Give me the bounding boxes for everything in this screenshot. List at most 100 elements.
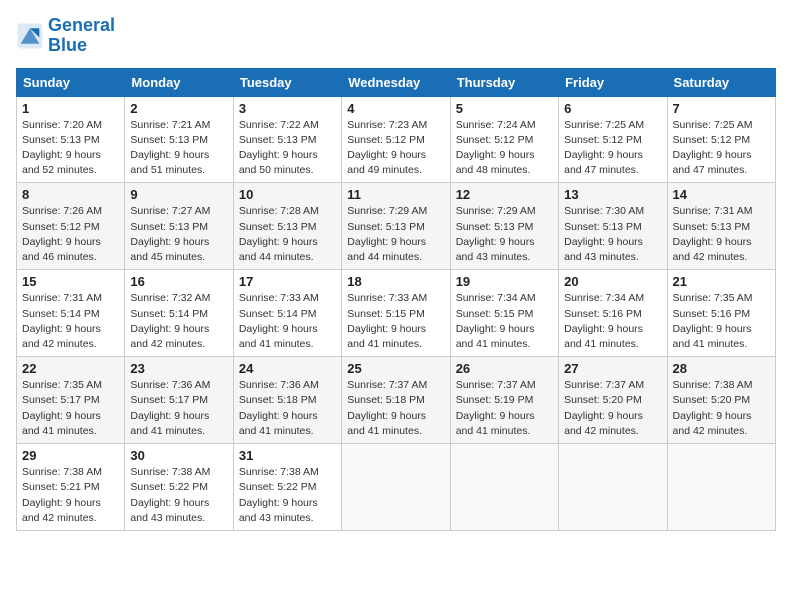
day-cell: 8 Sunrise: 7:26 AMSunset: 5:12 PMDayligh… xyxy=(17,183,125,270)
day-info: Sunrise: 7:37 AMSunset: 5:19 PMDaylight:… xyxy=(456,378,553,439)
day-number: 30 xyxy=(130,448,227,463)
day-cell: 11 Sunrise: 7:29 AMSunset: 5:13 PMDaylig… xyxy=(342,183,450,270)
day-number: 3 xyxy=(239,101,336,116)
day-info: Sunrise: 7:29 AMSunset: 5:13 PMDaylight:… xyxy=(347,204,444,265)
calendar-table: SundayMondayTuesdayWednesdayThursdayFrid… xyxy=(16,68,776,531)
day-cell: 25 Sunrise: 7:37 AMSunset: 5:18 PMDaylig… xyxy=(342,357,450,444)
logo-icon xyxy=(16,22,44,50)
day-number: 23 xyxy=(130,361,227,376)
day-cell: 30 Sunrise: 7:38 AMSunset: 5:22 PMDaylig… xyxy=(125,444,233,531)
day-number: 11 xyxy=(347,187,444,202)
day-cell: 14 Sunrise: 7:31 AMSunset: 5:13 PMDaylig… xyxy=(667,183,775,270)
day-info: Sunrise: 7:27 AMSunset: 5:13 PMDaylight:… xyxy=(130,204,227,265)
day-cell: 10 Sunrise: 7:28 AMSunset: 5:13 PMDaylig… xyxy=(233,183,341,270)
day-number: 14 xyxy=(673,187,770,202)
day-number: 25 xyxy=(347,361,444,376)
day-cell: 15 Sunrise: 7:31 AMSunset: 5:14 PMDaylig… xyxy=(17,270,125,357)
day-cell: 2 Sunrise: 7:21 AMSunset: 5:13 PMDayligh… xyxy=(125,96,233,183)
page-header: General Blue xyxy=(16,16,776,56)
day-cell xyxy=(450,444,558,531)
day-info: Sunrise: 7:35 AMSunset: 5:16 PMDaylight:… xyxy=(673,291,770,352)
day-info: Sunrise: 7:38 AMSunset: 5:21 PMDaylight:… xyxy=(22,465,119,526)
day-number: 24 xyxy=(239,361,336,376)
day-number: 21 xyxy=(673,274,770,289)
day-info: Sunrise: 7:36 AMSunset: 5:18 PMDaylight:… xyxy=(239,378,336,439)
logo-text: General Blue xyxy=(48,16,115,56)
day-cell: 24 Sunrise: 7:36 AMSunset: 5:18 PMDaylig… xyxy=(233,357,341,444)
weekday-header-monday: Monday xyxy=(125,68,233,96)
day-number: 28 xyxy=(673,361,770,376)
day-cell: 21 Sunrise: 7:35 AMSunset: 5:16 PMDaylig… xyxy=(667,270,775,357)
day-cell: 5 Sunrise: 7:24 AMSunset: 5:12 PMDayligh… xyxy=(450,96,558,183)
day-info: Sunrise: 7:22 AMSunset: 5:13 PMDaylight:… xyxy=(239,118,336,179)
day-cell xyxy=(342,444,450,531)
day-number: 8 xyxy=(22,187,119,202)
day-number: 19 xyxy=(456,274,553,289)
day-cell: 17 Sunrise: 7:33 AMSunset: 5:14 PMDaylig… xyxy=(233,270,341,357)
day-cell: 23 Sunrise: 7:36 AMSunset: 5:17 PMDaylig… xyxy=(125,357,233,444)
day-cell: 19 Sunrise: 7:34 AMSunset: 5:15 PMDaylig… xyxy=(450,270,558,357)
week-row-3: 15 Sunrise: 7:31 AMSunset: 5:14 PMDaylig… xyxy=(17,270,776,357)
day-cell: 16 Sunrise: 7:32 AMSunset: 5:14 PMDaylig… xyxy=(125,270,233,357)
day-cell xyxy=(559,444,667,531)
day-info: Sunrise: 7:30 AMSunset: 5:13 PMDaylight:… xyxy=(564,204,661,265)
day-cell: 27 Sunrise: 7:37 AMSunset: 5:20 PMDaylig… xyxy=(559,357,667,444)
day-cell: 7 Sunrise: 7:25 AMSunset: 5:12 PMDayligh… xyxy=(667,96,775,183)
day-cell: 4 Sunrise: 7:23 AMSunset: 5:12 PMDayligh… xyxy=(342,96,450,183)
weekday-header-wednesday: Wednesday xyxy=(342,68,450,96)
day-info: Sunrise: 7:29 AMSunset: 5:13 PMDaylight:… xyxy=(456,204,553,265)
day-number: 22 xyxy=(22,361,119,376)
weekday-header-row: SundayMondayTuesdayWednesdayThursdayFrid… xyxy=(17,68,776,96)
day-number: 20 xyxy=(564,274,661,289)
logo: General Blue xyxy=(16,16,115,56)
day-info: Sunrise: 7:37 AMSunset: 5:18 PMDaylight:… xyxy=(347,378,444,439)
day-info: Sunrise: 7:38 AMSunset: 5:20 PMDaylight:… xyxy=(673,378,770,439)
day-number: 7 xyxy=(673,101,770,116)
day-cell: 3 Sunrise: 7:22 AMSunset: 5:13 PMDayligh… xyxy=(233,96,341,183)
day-number: 2 xyxy=(130,101,227,116)
day-info: Sunrise: 7:25 AMSunset: 5:12 PMDaylight:… xyxy=(673,118,770,179)
day-info: Sunrise: 7:35 AMSunset: 5:17 PMDaylight:… xyxy=(22,378,119,439)
day-cell: 20 Sunrise: 7:34 AMSunset: 5:16 PMDaylig… xyxy=(559,270,667,357)
weekday-header-tuesday: Tuesday xyxy=(233,68,341,96)
day-cell: 9 Sunrise: 7:27 AMSunset: 5:13 PMDayligh… xyxy=(125,183,233,270)
day-info: Sunrise: 7:23 AMSunset: 5:12 PMDaylight:… xyxy=(347,118,444,179)
day-info: Sunrise: 7:36 AMSunset: 5:17 PMDaylight:… xyxy=(130,378,227,439)
day-number: 17 xyxy=(239,274,336,289)
day-cell: 22 Sunrise: 7:35 AMSunset: 5:17 PMDaylig… xyxy=(17,357,125,444)
day-number: 31 xyxy=(239,448,336,463)
day-info: Sunrise: 7:20 AMSunset: 5:13 PMDaylight:… xyxy=(22,118,119,179)
day-info: Sunrise: 7:31 AMSunset: 5:14 PMDaylight:… xyxy=(22,291,119,352)
week-row-4: 22 Sunrise: 7:35 AMSunset: 5:17 PMDaylig… xyxy=(17,357,776,444)
day-cell: 13 Sunrise: 7:30 AMSunset: 5:13 PMDaylig… xyxy=(559,183,667,270)
week-row-1: 1 Sunrise: 7:20 AMSunset: 5:13 PMDayligh… xyxy=(17,96,776,183)
day-cell: 18 Sunrise: 7:33 AMSunset: 5:15 PMDaylig… xyxy=(342,270,450,357)
day-number: 18 xyxy=(347,274,444,289)
day-number: 15 xyxy=(22,274,119,289)
day-cell: 12 Sunrise: 7:29 AMSunset: 5:13 PMDaylig… xyxy=(450,183,558,270)
weekday-header-saturday: Saturday xyxy=(667,68,775,96)
weekday-header-thursday: Thursday xyxy=(450,68,558,96)
day-cell: 26 Sunrise: 7:37 AMSunset: 5:19 PMDaylig… xyxy=(450,357,558,444)
day-number: 5 xyxy=(456,101,553,116)
day-info: Sunrise: 7:33 AMSunset: 5:14 PMDaylight:… xyxy=(239,291,336,352)
weekday-header-friday: Friday xyxy=(559,68,667,96)
week-row-5: 29 Sunrise: 7:38 AMSunset: 5:21 PMDaylig… xyxy=(17,444,776,531)
day-info: Sunrise: 7:25 AMSunset: 5:12 PMDaylight:… xyxy=(564,118,661,179)
day-info: Sunrise: 7:34 AMSunset: 5:15 PMDaylight:… xyxy=(456,291,553,352)
day-number: 9 xyxy=(130,187,227,202)
day-number: 4 xyxy=(347,101,444,116)
day-info: Sunrise: 7:33 AMSunset: 5:15 PMDaylight:… xyxy=(347,291,444,352)
day-cell: 1 Sunrise: 7:20 AMSunset: 5:13 PMDayligh… xyxy=(17,96,125,183)
day-info: Sunrise: 7:34 AMSunset: 5:16 PMDaylight:… xyxy=(564,291,661,352)
day-number: 27 xyxy=(564,361,661,376)
day-number: 10 xyxy=(239,187,336,202)
day-info: Sunrise: 7:24 AMSunset: 5:12 PMDaylight:… xyxy=(456,118,553,179)
day-info: Sunrise: 7:28 AMSunset: 5:13 PMDaylight:… xyxy=(239,204,336,265)
day-number: 1 xyxy=(22,101,119,116)
day-cell: 28 Sunrise: 7:38 AMSunset: 5:20 PMDaylig… xyxy=(667,357,775,444)
weekday-header-sunday: Sunday xyxy=(17,68,125,96)
day-info: Sunrise: 7:31 AMSunset: 5:13 PMDaylight:… xyxy=(673,204,770,265)
day-number: 13 xyxy=(564,187,661,202)
week-row-2: 8 Sunrise: 7:26 AMSunset: 5:12 PMDayligh… xyxy=(17,183,776,270)
